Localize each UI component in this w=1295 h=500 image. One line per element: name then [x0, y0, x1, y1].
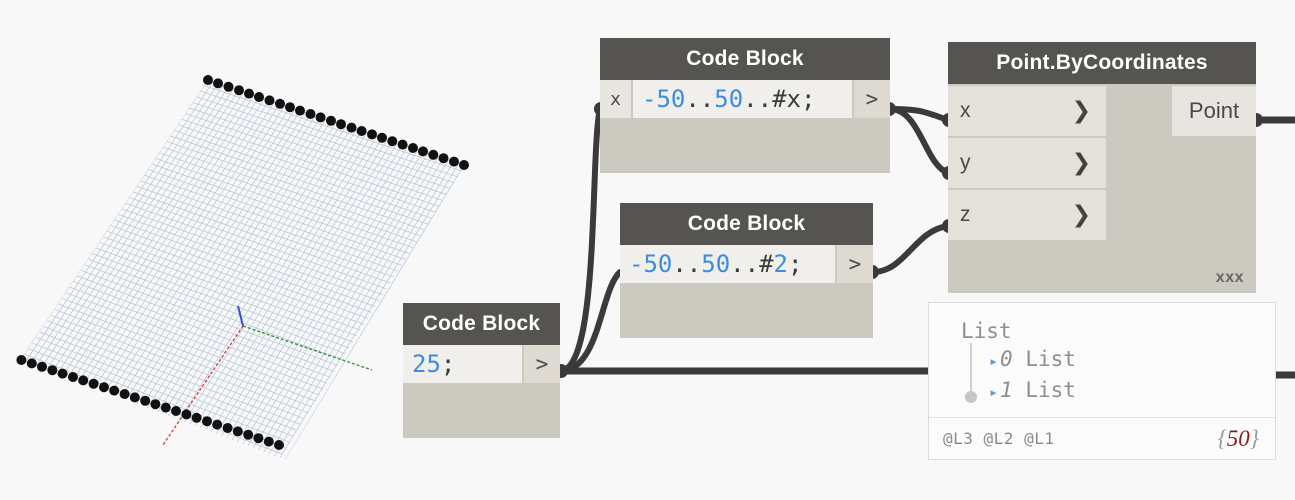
tree-end-dot — [965, 391, 977, 403]
node-title: Code Block — [403, 303, 560, 345]
node-title: Code Block — [600, 38, 890, 80]
code-editor-2[interactable]: -50..50..#2; — [620, 245, 835, 283]
dynamo-graph-canvas[interactable]: Code Block x -50..50..#x; > Code Block -… — [0, 0, 1295, 500]
node-body-filler — [620, 283, 873, 338]
count-close-brace: } — [1249, 425, 1259, 451]
wire-codeblockx-to-y — [887, 106, 951, 176]
chevron-right-icon: ❯ — [1071, 202, 1091, 228]
wire-codeblockx-to-x — [887, 106, 951, 123]
watch-footer: @L3 @L2 @L1 {50} — [929, 417, 1275, 459]
output-port-point[interactable]: Point — [1172, 86, 1256, 136]
tree-stem — [970, 343, 972, 393]
list-item-label: List — [1025, 347, 1076, 371]
output-port-chevron[interactable]: > — [835, 245, 873, 283]
wire-codeblock2-to-z — [870, 223, 951, 275]
wire-25-to-codeblockx-input — [557, 106, 603, 374]
watch-preview-bubble[interactable]: List ▸0 List ▸1 List @L3 @L2 @L1 {50} — [928, 302, 1276, 460]
count-value: 50 — [1226, 425, 1250, 451]
node-body-filler — [403, 383, 560, 438]
node-title: Code Block — [620, 203, 873, 245]
node-body: x ❯ y ❯ z ❯ Point xxx — [948, 84, 1256, 293]
code-editor-25[interactable]: 25; — [403, 345, 522, 383]
node-code-block-x[interactable]: Code Block x -50..50..#x; > — [600, 38, 890, 173]
input-port-z-label: z — [960, 203, 971, 226]
watch-list-content[interactable]: List ▸0 List ▸1 List — [929, 303, 1275, 417]
code-block-row: x -50..50..#x; > — [600, 80, 890, 118]
expander-triangle-icon[interactable]: ▸ — [989, 352, 998, 370]
list-item-index: 1 — [1000, 378, 1013, 402]
output-port-chevron[interactable]: > — [852, 80, 890, 118]
grid-lines-v — [21, 80, 465, 460]
input-port-x[interactable]: x — [600, 80, 633, 118]
code-block-row: -50..50..#2; > — [620, 245, 873, 283]
list-level-labels[interactable]: @L3 @L2 @L1 — [943, 429, 1054, 448]
list-item[interactable]: ▸0 List — [961, 345, 1275, 376]
list-item[interactable]: ▸1 List — [961, 376, 1275, 407]
input-port-list: x ❯ y ❯ z ❯ — [948, 84, 1106, 293]
input-port-y-label: y — [960, 151, 971, 174]
output-port-chevron[interactable]: > — [522, 345, 560, 383]
count-open-brace: { — [1217, 425, 1227, 451]
input-port-x[interactable]: x ❯ — [948, 86, 1106, 136]
chevron-right-icon: ❯ — [1071, 98, 1091, 124]
expander-triangle-icon[interactable]: ▸ — [989, 383, 998, 401]
lacing-indicator[interactable]: xxx — [1216, 269, 1244, 287]
input-port-x-label: x — [960, 99, 971, 122]
chevron-right-icon: ❯ — [1071, 150, 1091, 176]
wire-25-to-codeblock2 — [557, 269, 623, 374]
item-count-badge: {50} — [1218, 426, 1259, 452]
input-port-z[interactable]: z ❯ — [948, 190, 1106, 240]
node-point-bycoordinates[interactable]: Point.ByCoordinates x ❯ y ❯ z ❯ Point xx… — [948, 42, 1256, 293]
list-item-label: List — [1025, 378, 1076, 402]
input-port-y[interactable]: y ❯ — [948, 138, 1106, 188]
list-item-index: 0 — [1000, 347, 1013, 371]
code-editor-x[interactable]: -50..50..#x; — [633, 80, 852, 118]
node-code-block-2[interactable]: Code Block -50..50..#2; > — [620, 203, 873, 338]
output-area: Point xxx — [1106, 84, 1256, 293]
grid-lines-u — [20, 80, 465, 460]
node-code-block-25[interactable]: Code Block 25; > — [403, 303, 560, 438]
node-body-filler — [600, 118, 890, 173]
code-block-row: 25; > — [403, 345, 560, 383]
watch-root-label: List — [961, 319, 1012, 343]
node-title: Point.ByCoordinates — [948, 42, 1256, 84]
